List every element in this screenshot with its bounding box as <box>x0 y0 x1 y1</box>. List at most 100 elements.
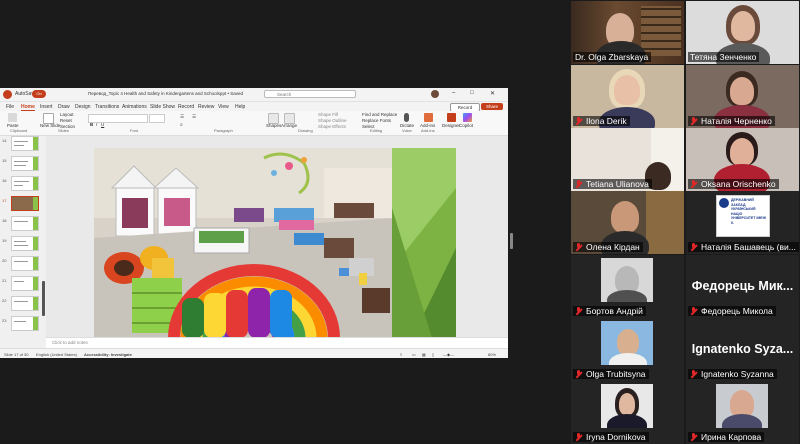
designer-icon <box>447 113 456 122</box>
muted-mic-icon <box>575 306 583 316</box>
slide-thumbnail-selected[interactable] <box>11 196 39 211</box>
thumbnail-scrollbar[interactable] <box>42 281 45 316</box>
close-icon[interactable]: ✕ <box>490 90 495 97</box>
font-size-select[interactable] <box>149 114 165 123</box>
align-icon[interactable]: ≡ <box>180 122 183 127</box>
bold-button[interactable]: B <box>90 122 93 127</box>
tab-home[interactable]: Home <box>21 104 35 111</box>
zoom-slider[interactable]: —◆— <box>443 352 454 357</box>
tab-file[interactable]: File <box>6 104 14 110</box>
participant-name: Наталія Черненко <box>688 116 775 126</box>
find-replace-button[interactable]: Find and Replace <box>362 112 397 117</box>
participant-face <box>619 393 635 415</box>
muted-mic-icon <box>690 432 698 442</box>
shape-outline-button[interactable]: Shape Outline <box>318 118 347 123</box>
participant-tile[interactable]: Ignatenko Syza... Ignatenko Syzanna <box>686 318 799 381</box>
reading-view-icon[interactable]: ▯ <box>432 352 434 357</box>
autosave-toggle[interactable]: On <box>32 90 46 98</box>
participant-tile[interactable]: Тетяна Зенченко <box>686 1 799 64</box>
replace-fonts-button[interactable]: Replace Fonts <box>362 118 391 123</box>
participant-tile[interactable]: Oksana Orischenko <box>686 128 799 191</box>
thumb-number: 22 <box>2 298 7 303</box>
tab-help[interactable]: Help <box>235 104 245 110</box>
slide-thumbnail[interactable] <box>11 316 39 331</box>
shape-fill-button[interactable]: Shape Fill <box>318 112 338 117</box>
notes-toggle-icon[interactable]: ≡ <box>400 352 402 357</box>
participant-tile[interactable]: ДЕРЖАВНИЙ ЗАКЛАД УКРАЇНСЬКИЙ НАЦІО УНІВЕ… <box>686 191 799 254</box>
participant-name: Тетяна Зенченко <box>688 52 760 62</box>
muted-mic-icon <box>690 369 698 379</box>
tab-animations[interactable]: Animations <box>122 104 147 110</box>
group-drawing: Drawing <box>298 128 313 133</box>
reset-button[interactable]: Reset <box>60 118 72 123</box>
participant-tile[interactable]: Tetiana Ulianova <box>571 128 684 191</box>
language-status[interactable]: English (United States) <box>36 352 77 357</box>
participant-face <box>730 77 754 105</box>
minimize-icon[interactable]: – <box>452 90 455 96</box>
shapes-button[interactable]: Shapes <box>266 123 281 128</box>
tab-record[interactable]: Record <box>178 104 194 110</box>
thumb-number: 23 <box>2 318 7 323</box>
sorter-view-icon[interactable]: ▦ <box>422 352 426 357</box>
slide-thumbnail[interactable] <box>11 276 39 291</box>
participant-tile[interactable]: Наталія Черненко <box>686 65 799 128</box>
participant-name: Ирина Карпова <box>688 432 765 442</box>
participant-face <box>617 329 639 355</box>
underline-button[interactable]: U <box>101 122 104 127</box>
bullets-icon[interactable]: ☰ <box>180 114 184 120</box>
slide-thumbnail[interactable] <box>11 236 39 251</box>
shape-effects-button[interactable]: Shape Effects <box>318 124 346 129</box>
arrange-button[interactable]: Arrange <box>281 123 297 128</box>
slide-thumbnail[interactable] <box>11 296 39 311</box>
thumb-number: 15 <box>2 158 7 163</box>
share-button[interactable]: Share <box>481 103 503 110</box>
slide-thumbnail[interactable] <box>11 216 39 231</box>
slide-count: Slide 17 of 30 <box>4 352 29 357</box>
designer-button[interactable]: Designer <box>442 123 460 128</box>
slide-thumbnail[interactable] <box>11 136 39 151</box>
shared-screen: AutoSave On Перевод_Topic 4 Health and S… <box>0 88 508 358</box>
status-bar: Slide 17 of 30 English (United States) A… <box>0 348 508 358</box>
group-addins: Add-ins <box>421 128 435 133</box>
participant-tile[interactable]: Olga Trubitsyna <box>571 318 684 381</box>
participant-name: Tetiana Ulianova <box>573 179 652 189</box>
participant-body <box>722 414 762 428</box>
thumb-number: 16 <box>2 178 7 183</box>
tab-design[interactable]: Design <box>75 104 91 110</box>
search-input[interactable]: Search <box>264 90 356 98</box>
tab-view[interactable]: View <box>218 104 229 110</box>
tab-review[interactable]: Review <box>198 104 214 110</box>
accessibility-status[interactable]: Accessibility: Investigate <box>84 352 132 357</box>
muted-mic-icon <box>575 242 583 252</box>
account-avatar[interactable] <box>431 90 439 98</box>
tab-insert[interactable]: Insert <box>40 104 53 110</box>
participant-name: Федорець Микола <box>688 306 776 316</box>
participant-tile[interactable]: Федорець Мик... Федорець Микола <box>686 255 799 318</box>
maximize-icon[interactable]: □ <box>470 90 474 96</box>
tab-draw[interactable]: Draw <box>58 104 70 110</box>
italic-button[interactable]: I <box>96 122 97 127</box>
layout-button[interactable]: Layout <box>60 112 74 117</box>
participant-name: Olga Trubitsyna <box>573 369 649 379</box>
notes-pane[interactable]: Click to add notes <box>46 337 508 348</box>
participant-tile[interactable]: Бортов Андрій <box>571 255 684 318</box>
numbering-icon[interactable]: ☰ <box>192 114 196 120</box>
thumb-number: 14 <box>2 138 7 143</box>
participant-tile[interactable]: Iryna Dornikova <box>571 381 684 444</box>
participant-tile[interactable]: Ирина Карпова <box>686 381 799 444</box>
zoom-level[interactable]: 80% <box>488 352 496 357</box>
slide-thumbnail[interactable] <box>11 176 39 191</box>
split-divider-handle[interactable] <box>510 233 513 249</box>
thumb-number: 21 <box>2 278 7 283</box>
participant-tile[interactable]: Олена Кірдан <box>571 191 684 254</box>
tab-transitions[interactable]: Transitions <box>95 104 119 110</box>
slide-thumbnail[interactable] <box>11 156 39 171</box>
tab-slide-show[interactable]: Slide Show <box>150 104 175 110</box>
slide-thumbnail[interactable] <box>11 256 39 271</box>
normal-view-icon[interactable]: ▭ <box>412 352 416 357</box>
muted-mic-icon <box>690 116 698 126</box>
notes-placeholder: Click to add notes <box>52 340 88 345</box>
copilot-button[interactable]: Copilot <box>459 123 473 128</box>
participant-tile[interactable]: Ilona Derik <box>571 65 684 128</box>
participant-tile[interactable]: Dr. Olga Zbarskaya <box>571 1 684 64</box>
